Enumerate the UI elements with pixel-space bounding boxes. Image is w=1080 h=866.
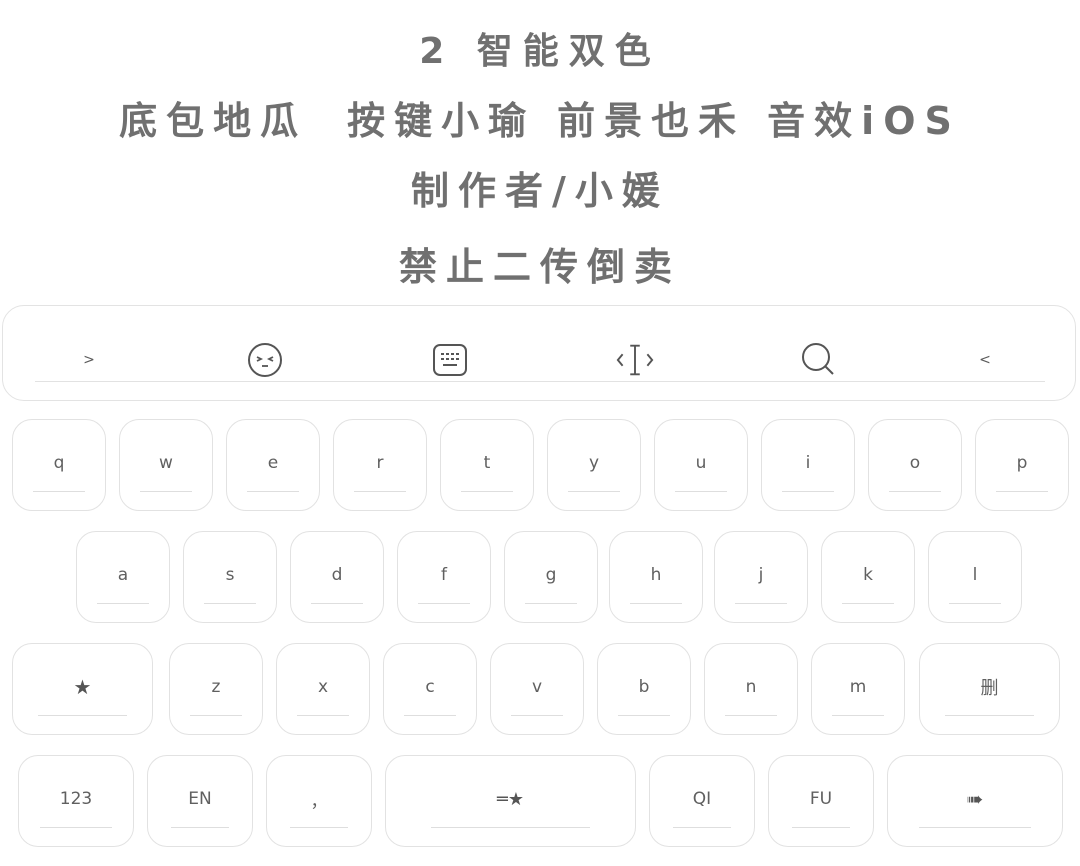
qi-key[interactable]: QI [649, 755, 755, 847]
key-a[interactable]: a [76, 531, 170, 623]
key-m[interactable]: m [811, 643, 905, 735]
delete-button[interactable]: 删 [919, 643, 1060, 735]
key-label: w [159, 453, 173, 473]
key-label: j [758, 565, 764, 585]
key-label: o [909, 453, 921, 473]
keyboard-toolbar: > < [2, 305, 1076, 401]
language-button[interactable]: EN [147, 755, 253, 847]
emoji-icon[interactable] [245, 340, 285, 380]
key-label: c [425, 677, 435, 697]
key-x[interactable]: x [276, 643, 370, 735]
key-s[interactable]: s [183, 531, 277, 623]
key-label: n [745, 677, 757, 697]
key-label: g [545, 565, 557, 585]
key-label: EN [188, 789, 212, 809]
key-z[interactable]: z [169, 643, 263, 735]
keyboard-icon[interactable] [430, 340, 470, 380]
key-label: f [441, 565, 447, 585]
toolbar-collapse-arrow[interactable]: < [965, 340, 1005, 380]
toolbar-divider [35, 381, 1045, 382]
key-w[interactable]: w [119, 419, 213, 511]
key-label: a [117, 565, 129, 585]
header-author: 制作者/小媛 [411, 169, 669, 213]
star-icon: ★ [73, 675, 92, 699]
fu-key[interactable]: FU [768, 755, 874, 847]
key-c[interactable]: c [383, 643, 477, 735]
key-label: m [849, 677, 867, 697]
key-label: t [483, 453, 491, 473]
key-favorite[interactable]: ★ [12, 643, 153, 735]
key-e[interactable]: e [226, 419, 320, 511]
key-label: l [972, 565, 978, 585]
credit-keys: 按键小瑜 [347, 99, 536, 143]
arrow-left-icon: < [979, 352, 991, 368]
key-j[interactable]: j [714, 531, 808, 623]
key-label: r [376, 453, 384, 473]
numbers-button[interactable]: 123 [18, 755, 134, 847]
key-u[interactable]: u [654, 419, 748, 511]
enter-button[interactable]: ➠ [887, 755, 1063, 847]
key-g[interactable]: g [504, 531, 598, 623]
key-r[interactable]: r [333, 419, 427, 511]
key-t[interactable]: t [440, 419, 534, 511]
key-label: 123 [59, 789, 93, 809]
credit-foreground: 前景也禾 [557, 99, 746, 143]
credit-base: 底包地瓜 [119, 99, 308, 143]
cursor-move-icon[interactable] [615, 340, 655, 380]
key-o[interactable]: o [868, 419, 962, 511]
key-n[interactable]: n [704, 643, 798, 735]
key-label: u [695, 453, 707, 473]
credit-sound: 音效iOS [767, 99, 961, 143]
key-label: d [331, 565, 343, 585]
key-v[interactable]: v [490, 643, 584, 735]
enter-arrow-icon: ➠ [966, 787, 984, 811]
key-h[interactable]: h [609, 531, 703, 623]
toolbar-expand-arrow[interactable]: > [69, 340, 109, 380]
key-b[interactable]: b [597, 643, 691, 735]
arrow-right-icon: > [83, 352, 95, 368]
key-l[interactable]: l [928, 531, 1022, 623]
key-q[interactable]: q [12, 419, 106, 511]
key-y[interactable]: y [547, 419, 641, 511]
search-icon[interactable] [799, 340, 839, 380]
key-label: i [805, 453, 811, 473]
key-label: h [650, 565, 662, 585]
key-label: z [211, 677, 221, 697]
space-star-icon: ═★ [497, 788, 524, 810]
key-label: e [267, 453, 279, 473]
header-credits: 底包地瓜 按键小瑜 前景也禾 音效iOS [0, 90, 1080, 145]
key-label: k [863, 565, 873, 585]
key-label: FU [809, 789, 833, 809]
header-title: 2 智能双色 [419, 31, 661, 72]
key-p[interactable]: p [975, 419, 1069, 511]
key-label: s [225, 565, 235, 585]
key-label: b [638, 677, 650, 697]
key-label: y [588, 453, 600, 473]
header-notice: 禁止二传倒卖 [398, 245, 681, 289]
key-label: QI [692, 789, 712, 809]
key-label: p [1016, 453, 1028, 473]
comma-key[interactable]: ， [266, 755, 372, 847]
delete-label: 删 [980, 678, 999, 699]
key-f[interactable]: f [397, 531, 491, 623]
key-label: ， [310, 791, 328, 812]
key-label: v [531, 677, 543, 697]
key-label: q [53, 453, 65, 473]
space-bar[interactable]: ═★ [385, 755, 636, 847]
key-i[interactable]: i [761, 419, 855, 511]
key-d[interactable]: d [290, 531, 384, 623]
key-k[interactable]: k [821, 531, 915, 623]
key-label: x [317, 677, 329, 697]
